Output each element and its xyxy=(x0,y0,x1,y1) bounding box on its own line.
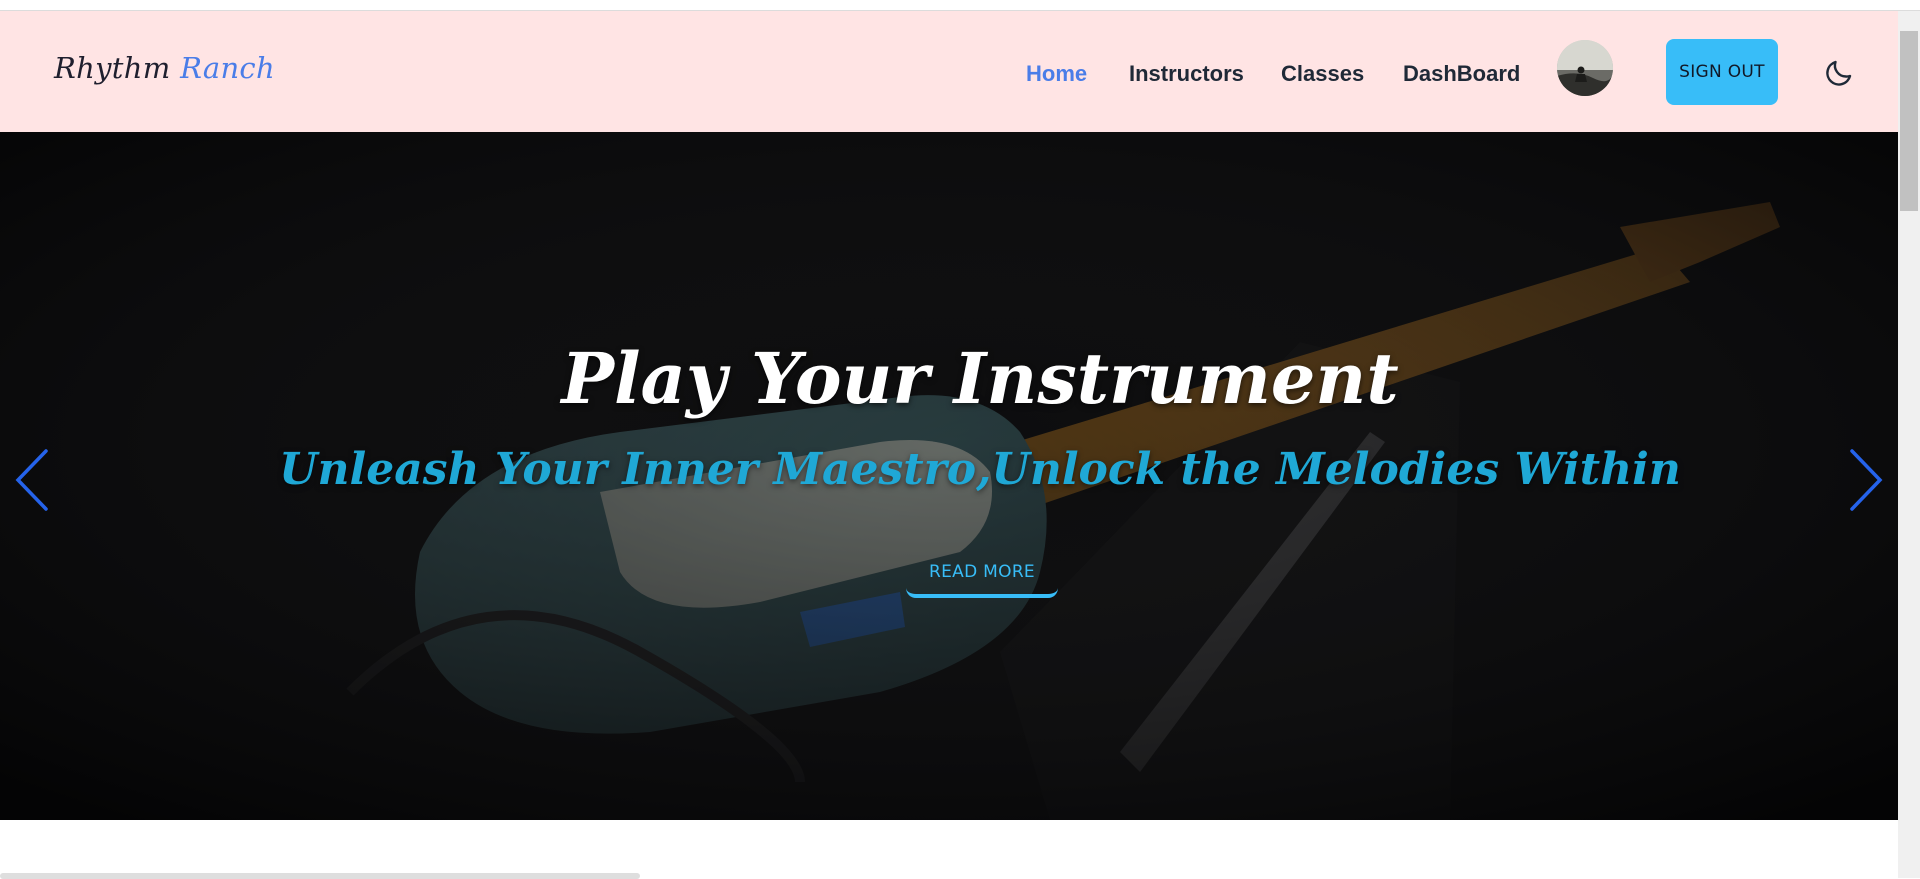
horizontal-scrollbar[interactable] xyxy=(0,873,640,879)
brand-name-part1: Rhythm xyxy=(54,51,171,85)
nav-item-home[interactable]: Home xyxy=(1026,61,1087,87)
moon-icon[interactable] xyxy=(1824,56,1856,88)
chevron-right-icon[interactable] xyxy=(1846,445,1886,515)
sign-out-button[interactable]: SIGN OUT xyxy=(1666,39,1778,105)
hero-carousel: Play Your Instrument Unleash Your Inner … xyxy=(0,132,1898,820)
hero-title: Play Your Instrument xyxy=(561,337,1399,420)
brand-name-part2: Ranch xyxy=(180,51,275,85)
nav-item-instructors[interactable]: Instructors xyxy=(1129,61,1244,87)
nav-item-dashboard[interactable]: DashBoard xyxy=(1403,61,1520,87)
avatar-image xyxy=(1557,40,1613,96)
page-scrollbar-thumb[interactable] xyxy=(1900,31,1918,211)
browser-top-edge xyxy=(0,0,1920,11)
brand-logo[interactable]: Rhythm Ranch xyxy=(54,51,275,85)
nav-item-classes[interactable]: Classes xyxy=(1281,61,1364,87)
user-avatar[interactable] xyxy=(1557,40,1613,96)
hero-subtitle: Unleash Your Inner Maestro,Unlock the Me… xyxy=(279,444,1681,495)
chevron-left-icon[interactable] xyxy=(12,445,52,515)
read-more-button[interactable]: READ MORE xyxy=(906,550,1058,598)
navbar: Rhythm Ranch Home Instructors Classes Da… xyxy=(0,11,1898,132)
